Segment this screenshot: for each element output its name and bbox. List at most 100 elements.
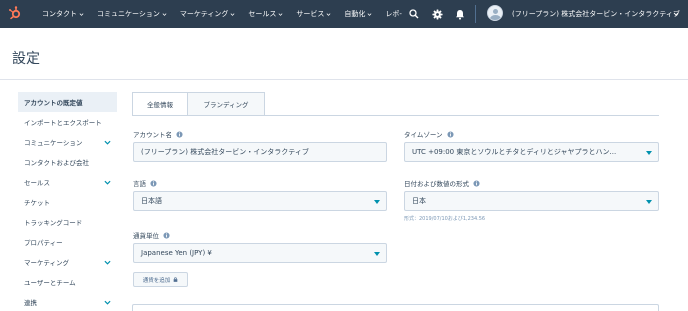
sidebar-item-label: トラッキングコード <box>24 219 83 227</box>
chevron-down-icon <box>367 12 372 16</box>
add-currency-button-label: 通貨を追加 <box>142 277 171 284</box>
currency-value: Japanese Yen (JPY) ¥ <box>141 249 212 257</box>
nav-divider <box>475 5 476 23</box>
sidebar-item-conversations[interactable]: コミュニケーション <box>18 132 117 152</box>
gear-icon[interactable] <box>431 8 443 20</box>
tab-branding[interactable]: ブランディング <box>187 92 265 116</box>
header-divider <box>0 79 688 80</box>
date-format-select[interactable]: 日本 <box>404 191 659 211</box>
top-navigation-bar: コンタクト コミュニケーション マーケティング セールス サービス 自動化 レポ… <box>0 0 688 28</box>
sidebar-item-contacts-companies[interactable]: コンタクトおよび会社 <box>18 152 117 172</box>
lock-icon <box>173 277 178 282</box>
currency-label-text: 通貨単位 <box>133 232 159 240</box>
sidebar-item-users-teams[interactable]: ユーザーとチーム <box>18 272 117 292</box>
add-currency-button[interactable]: 通貨を追加 <box>133 272 188 287</box>
nav-service-label: サービス <box>296 10 325 18</box>
sidebar-item-label: 連携 <box>24 299 37 307</box>
language-label: 言語 <box>133 178 157 188</box>
settings-tabs: 全般情報 ブランディング <box>132 92 265 116</box>
nav-service[interactable]: サービス <box>296 9 331 19</box>
timezone-select[interactable]: UTC +09:00 東京とソウルとチタとディリとジャヤプラとハン... <box>404 142 659 162</box>
info-icon[interactable] <box>446 130 454 138</box>
sidebar-item-tracking-code[interactable]: トラッキングコード <box>18 212 117 232</box>
chevron-down-icon <box>104 180 111 185</box>
nav-conversations-label: コミュニケーション <box>97 10 160 18</box>
info-icon[interactable] <box>150 179 157 187</box>
date-format-label-text: 日付および数値の形式 <box>404 180 469 188</box>
sidebar-item-label: インポートとエクスポート <box>24 119 102 127</box>
sidebar-item-label: ユーザーとチーム <box>24 279 76 287</box>
tab-general[interactable]: 全般情報 <box>132 92 188 116</box>
hubspot-logo-icon[interactable] <box>8 6 22 20</box>
timezone-label-text: タイムゾーン <box>404 131 443 139</box>
nav-automation-label: 自動化 <box>344 10 366 18</box>
nav-reports-label: レポ- <box>385 10 402 18</box>
language-value: 日本語 <box>141 197 162 205</box>
tab-divider <box>132 115 659 116</box>
timezone-label: タイムゾーン <box>404 129 454 139</box>
settings-sidebar: アカウントの既定値 インポートとエクスポート コミュニケーション コンタクトおよ… <box>18 92 117 311</box>
sidebar-item-label: チケット <box>24 199 50 207</box>
info-icon[interactable] <box>163 231 170 239</box>
sidebar-item-label: マーケティング <box>24 259 69 267</box>
nav-sales[interactable]: セールス <box>248 9 283 19</box>
account-name-input[interactable]: (フリープラン) 株式会社タービン・インタラクティブ <box>133 142 387 162</box>
info-icon[interactable] <box>473 179 480 187</box>
date-format-value: 日本 <box>412 197 426 205</box>
chevron-down-icon <box>230 12 235 16</box>
nav-marketing[interactable]: マーケティング <box>180 9 235 19</box>
nav-reports[interactable]: レポ- <box>385 9 402 19</box>
info-icon[interactable] <box>176 130 183 138</box>
sidebar-item-label: コミュニケーション <box>24 139 83 147</box>
notifications-bell-icon[interactable] <box>454 8 466 20</box>
nav-utility-icons <box>408 0 477 28</box>
language-select[interactable]: 日本語 <box>133 191 387 211</box>
nav-contacts-label: コンタクト <box>42 10 77 18</box>
sidebar-item-label: コンタクトおよび会社 <box>24 159 89 167</box>
dropdown-caret-icon <box>374 200 380 204</box>
nav-sales-label: セールス <box>248 10 277 18</box>
chevron-down-icon <box>79 12 84 16</box>
search-icon[interactable] <box>408 8 420 20</box>
language-label-text: 言語 <box>133 180 146 188</box>
sidebar-item-label: プロパティー <box>24 239 63 247</box>
sidebar-item-marketing[interactable]: マーケティング <box>18 252 117 272</box>
tab-label: ブランディング <box>203 101 249 109</box>
chevron-down-icon <box>104 140 111 145</box>
main-menu: コンタクト コミュニケーション マーケティング セールス サービス 自動化 レポ… <box>42 0 415 28</box>
account-menu-name[interactable]: (フリープラン) 株式会社タービン・インタラクティブ <box>512 9 680 19</box>
sidebar-item-account-defaults[interactable]: アカウントの既定値 <box>18 92 117 112</box>
chevron-down-icon <box>278 12 283 16</box>
nav-automation[interactable]: 自動化 <box>344 9 372 19</box>
account-name-label: アカウント名 <box>133 129 183 139</box>
dropdown-caret-icon <box>646 151 652 155</box>
sidebar-item-tickets[interactable]: チケット <box>18 192 117 212</box>
sidebar-item-properties[interactable]: プロパティー <box>18 232 117 252</box>
chevron-down-icon[interactable] <box>673 11 679 17</box>
nav-conversations[interactable]: コミュニケーション <box>97 9 167 19</box>
currency-label: 通貨単位 <box>133 230 170 240</box>
sidebar-item-label: アカウントの既定値 <box>24 99 83 107</box>
nav-marketing-label: マーケティング <box>179 10 229 18</box>
date-format-hint: 形式：2019/07/10および1,234.56 <box>404 216 486 222</box>
tab-label: 全般情報 <box>147 101 173 109</box>
currency-select[interactable]: Japanese Yen (JPY) ¥ <box>133 243 387 263</box>
date-format-label: 日付および数値の形式 <box>404 178 480 188</box>
chevron-down-icon <box>326 12 331 16</box>
dropdown-caret-icon <box>646 200 652 204</box>
timezone-value: UTC +09:00 東京とソウルとチタとディリとジャヤプラとハン... <box>412 148 617 156</box>
sidebar-item-integrations[interactable]: 連携 <box>18 292 117 311</box>
chevron-down-icon <box>104 300 111 305</box>
account-name-label-text: アカウント名 <box>133 131 172 139</box>
chevron-down-icon <box>162 12 167 16</box>
next-section-panel <box>132 304 659 311</box>
sidebar-item-label: セールス <box>24 179 50 187</box>
sidebar-item-sales[interactable]: セールス <box>18 172 117 192</box>
account-name-value: (フリープラン) 株式会社タービン・インタラクティブ <box>141 148 309 156</box>
sidebar-item-import-export[interactable]: インポートとエクスポート <box>18 112 117 132</box>
nav-contacts[interactable]: コンタクト <box>42 9 84 19</box>
chevron-down-icon <box>104 260 111 265</box>
dropdown-caret-icon <box>374 252 380 256</box>
avatar[interactable] <box>487 5 503 21</box>
page-title: 設定 <box>12 51 40 67</box>
